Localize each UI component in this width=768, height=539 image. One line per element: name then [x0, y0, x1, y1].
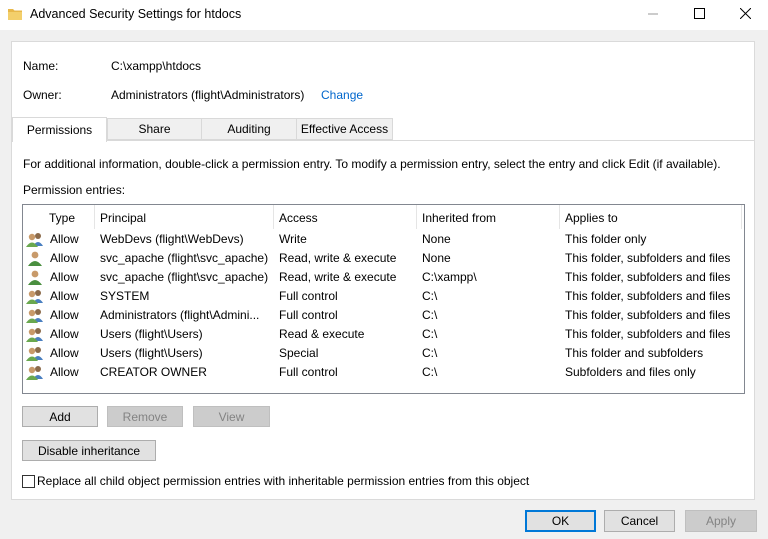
permission-entries-list[interactable]: Type Principal Access Inherited from App…: [22, 204, 745, 394]
user-icon: [26, 269, 44, 286]
replace-permissions-checkbox[interactable]: [22, 475, 35, 488]
maximize-icon: [693, 8, 705, 22]
cell-type: Allow: [50, 251, 79, 265]
group-icon: [26, 288, 44, 305]
list-header: Type Principal Access Inherited from App…: [23, 205, 744, 229]
cell-applies-to: This folder, subfolders and files: [565, 308, 731, 322]
permission-entries-label: Permission entries:: [23, 183, 126, 197]
close-icon: [739, 7, 751, 22]
tab-share[interactable]: Share: [107, 118, 202, 140]
tab-effective-access[interactable]: Effective Access: [296, 118, 393, 140]
owner-value: Administrators (flight\Administrators): [111, 88, 305, 102]
cell-type: Allow: [50, 308, 79, 322]
add-button[interactable]: Add: [22, 406, 98, 427]
table-row[interactable]: Allow CREATOR OWNER Full control C:\ Subfold…: [23, 363, 744, 382]
cell-access: Special: [279, 346, 319, 360]
column-header-type[interactable]: Type: [44, 205, 95, 229]
disable-inheritance-button[interactable]: Disable inheritance: [22, 440, 156, 461]
cell-access: Full control: [279, 308, 338, 322]
cell-type: Allow: [50, 365, 79, 379]
table-row[interactable]: Allow Users (flight\Users) Read & execute C…: [23, 325, 744, 344]
table-row[interactable]: Allow Users (flight\Users) Special C:\ This …: [23, 344, 744, 363]
cell-inherited-from: None: [422, 232, 451, 246]
cell-principal: SYSTEM: [100, 289, 150, 303]
cell-access: Full control: [279, 365, 338, 379]
view-button[interactable]: View: [193, 406, 270, 427]
column-header-principal[interactable]: Principal: [95, 205, 274, 229]
cell-access: Read, write & execute: [279, 251, 397, 265]
column-header-inherited-from[interactable]: Inherited from: [417, 205, 560, 229]
tab-auditing[interactable]: Auditing: [201, 118, 297, 140]
table-row[interactable]: Allow WebDevs (flight\WebDevs) Write None Th…: [23, 230, 744, 249]
column-header-applies-to[interactable]: Applies to: [560, 205, 742, 229]
minimize-icon: [648, 8, 658, 22]
owner-label: Owner:: [23, 88, 62, 102]
user-icon: [26, 250, 44, 267]
replace-permissions-label: Replace all child object permission entr…: [37, 474, 530, 488]
cell-type: Allow: [50, 346, 79, 360]
table-row[interactable]: Allow Administrators (flight\Admini... Ful…: [23, 306, 744, 325]
name-value: C:\xampp\htdocs: [111, 59, 202, 73]
cell-access: Write: [279, 232, 307, 246]
cell-inherited-from: C:\: [422, 327, 438, 341]
group-icon: [26, 307, 44, 324]
cell-access: Read, write & execute: [279, 270, 397, 284]
change-owner-link[interactable]: Change: [321, 88, 363, 102]
cell-type: Allow: [50, 327, 79, 341]
cell-applies-to: This folder and subfolders: [565, 346, 704, 360]
cell-principal: Administrators (flight\Admini...: [100, 308, 260, 322]
group-icon: [26, 231, 44, 248]
cell-principal: CREATOR OWNER: [100, 365, 207, 379]
ok-button[interactable]: OK: [525, 510, 596, 532]
cell-principal: WebDevs (flight\WebDevs): [100, 232, 244, 246]
cell-type: Allow: [50, 270, 79, 284]
cell-applies-to: This folder, subfolders and files: [565, 251, 731, 265]
cell-inherited-from: C:\: [422, 365, 438, 379]
cell-principal: svc_apache (flight\svc_apache): [100, 270, 269, 284]
cell-inherited-from: C:\xampp\: [422, 270, 477, 284]
cell-inherited-from: None: [422, 251, 451, 265]
cell-type: Allow: [50, 232, 79, 246]
table-row[interactable]: Allow SYSTEM Full control C:\ This folder, s…: [23, 287, 744, 306]
tab-permissions[interactable]: Permissions: [12, 117, 107, 142]
cell-inherited-from: C:\: [422, 289, 438, 303]
table-row[interactable]: Allow svc_apache (flight\svc_apache) Read,…: [23, 249, 744, 268]
cell-principal: svc_apache (flight\svc_apache): [100, 251, 269, 265]
remove-button[interactable]: Remove: [107, 406, 183, 427]
group-icon: [26, 364, 44, 381]
cell-applies-to: This folder, subfolders and files: [565, 289, 731, 303]
cell-principal: Users (flight\Users): [100, 327, 203, 341]
column-header-access[interactable]: Access: [274, 205, 417, 229]
group-icon: [26, 326, 44, 343]
window-title: Advanced Security Settings for htdocs: [30, 7, 242, 21]
maximize-button[interactable]: [676, 0, 722, 30]
minimize-button[interactable]: [630, 0, 676, 30]
group-icon: [26, 345, 44, 362]
cell-applies-to: This folder, subfolders and files: [565, 327, 731, 341]
tab-strip-line: [12, 140, 754, 141]
close-button[interactable]: [722, 0, 768, 30]
title-bar: Advanced Security Settings for htdocs: [0, 0, 768, 30]
permissions-description: For additional information, double-click…: [23, 157, 721, 171]
cell-access: Full control: [279, 289, 338, 303]
cell-inherited-from: C:\: [422, 308, 438, 322]
cell-applies-to: This folder, subfolders and files: [565, 270, 731, 284]
cell-applies-to: This folder only: [565, 232, 647, 246]
cell-inherited-from: C:\: [422, 346, 438, 360]
cell-access: Read & execute: [279, 327, 365, 341]
name-label: Name:: [23, 59, 59, 73]
cell-principal: Users (flight\Users): [100, 346, 203, 360]
apply-button[interactable]: Apply: [685, 510, 757, 532]
cell-type: Allow: [50, 289, 79, 303]
cell-applies-to: Subfolders and files only: [565, 365, 696, 379]
table-row[interactable]: Allow svc_apache (flight\svc_apache) Read,…: [23, 268, 744, 287]
cancel-button[interactable]: Cancel: [604, 510, 675, 532]
folder-icon: [8, 8, 22, 23]
